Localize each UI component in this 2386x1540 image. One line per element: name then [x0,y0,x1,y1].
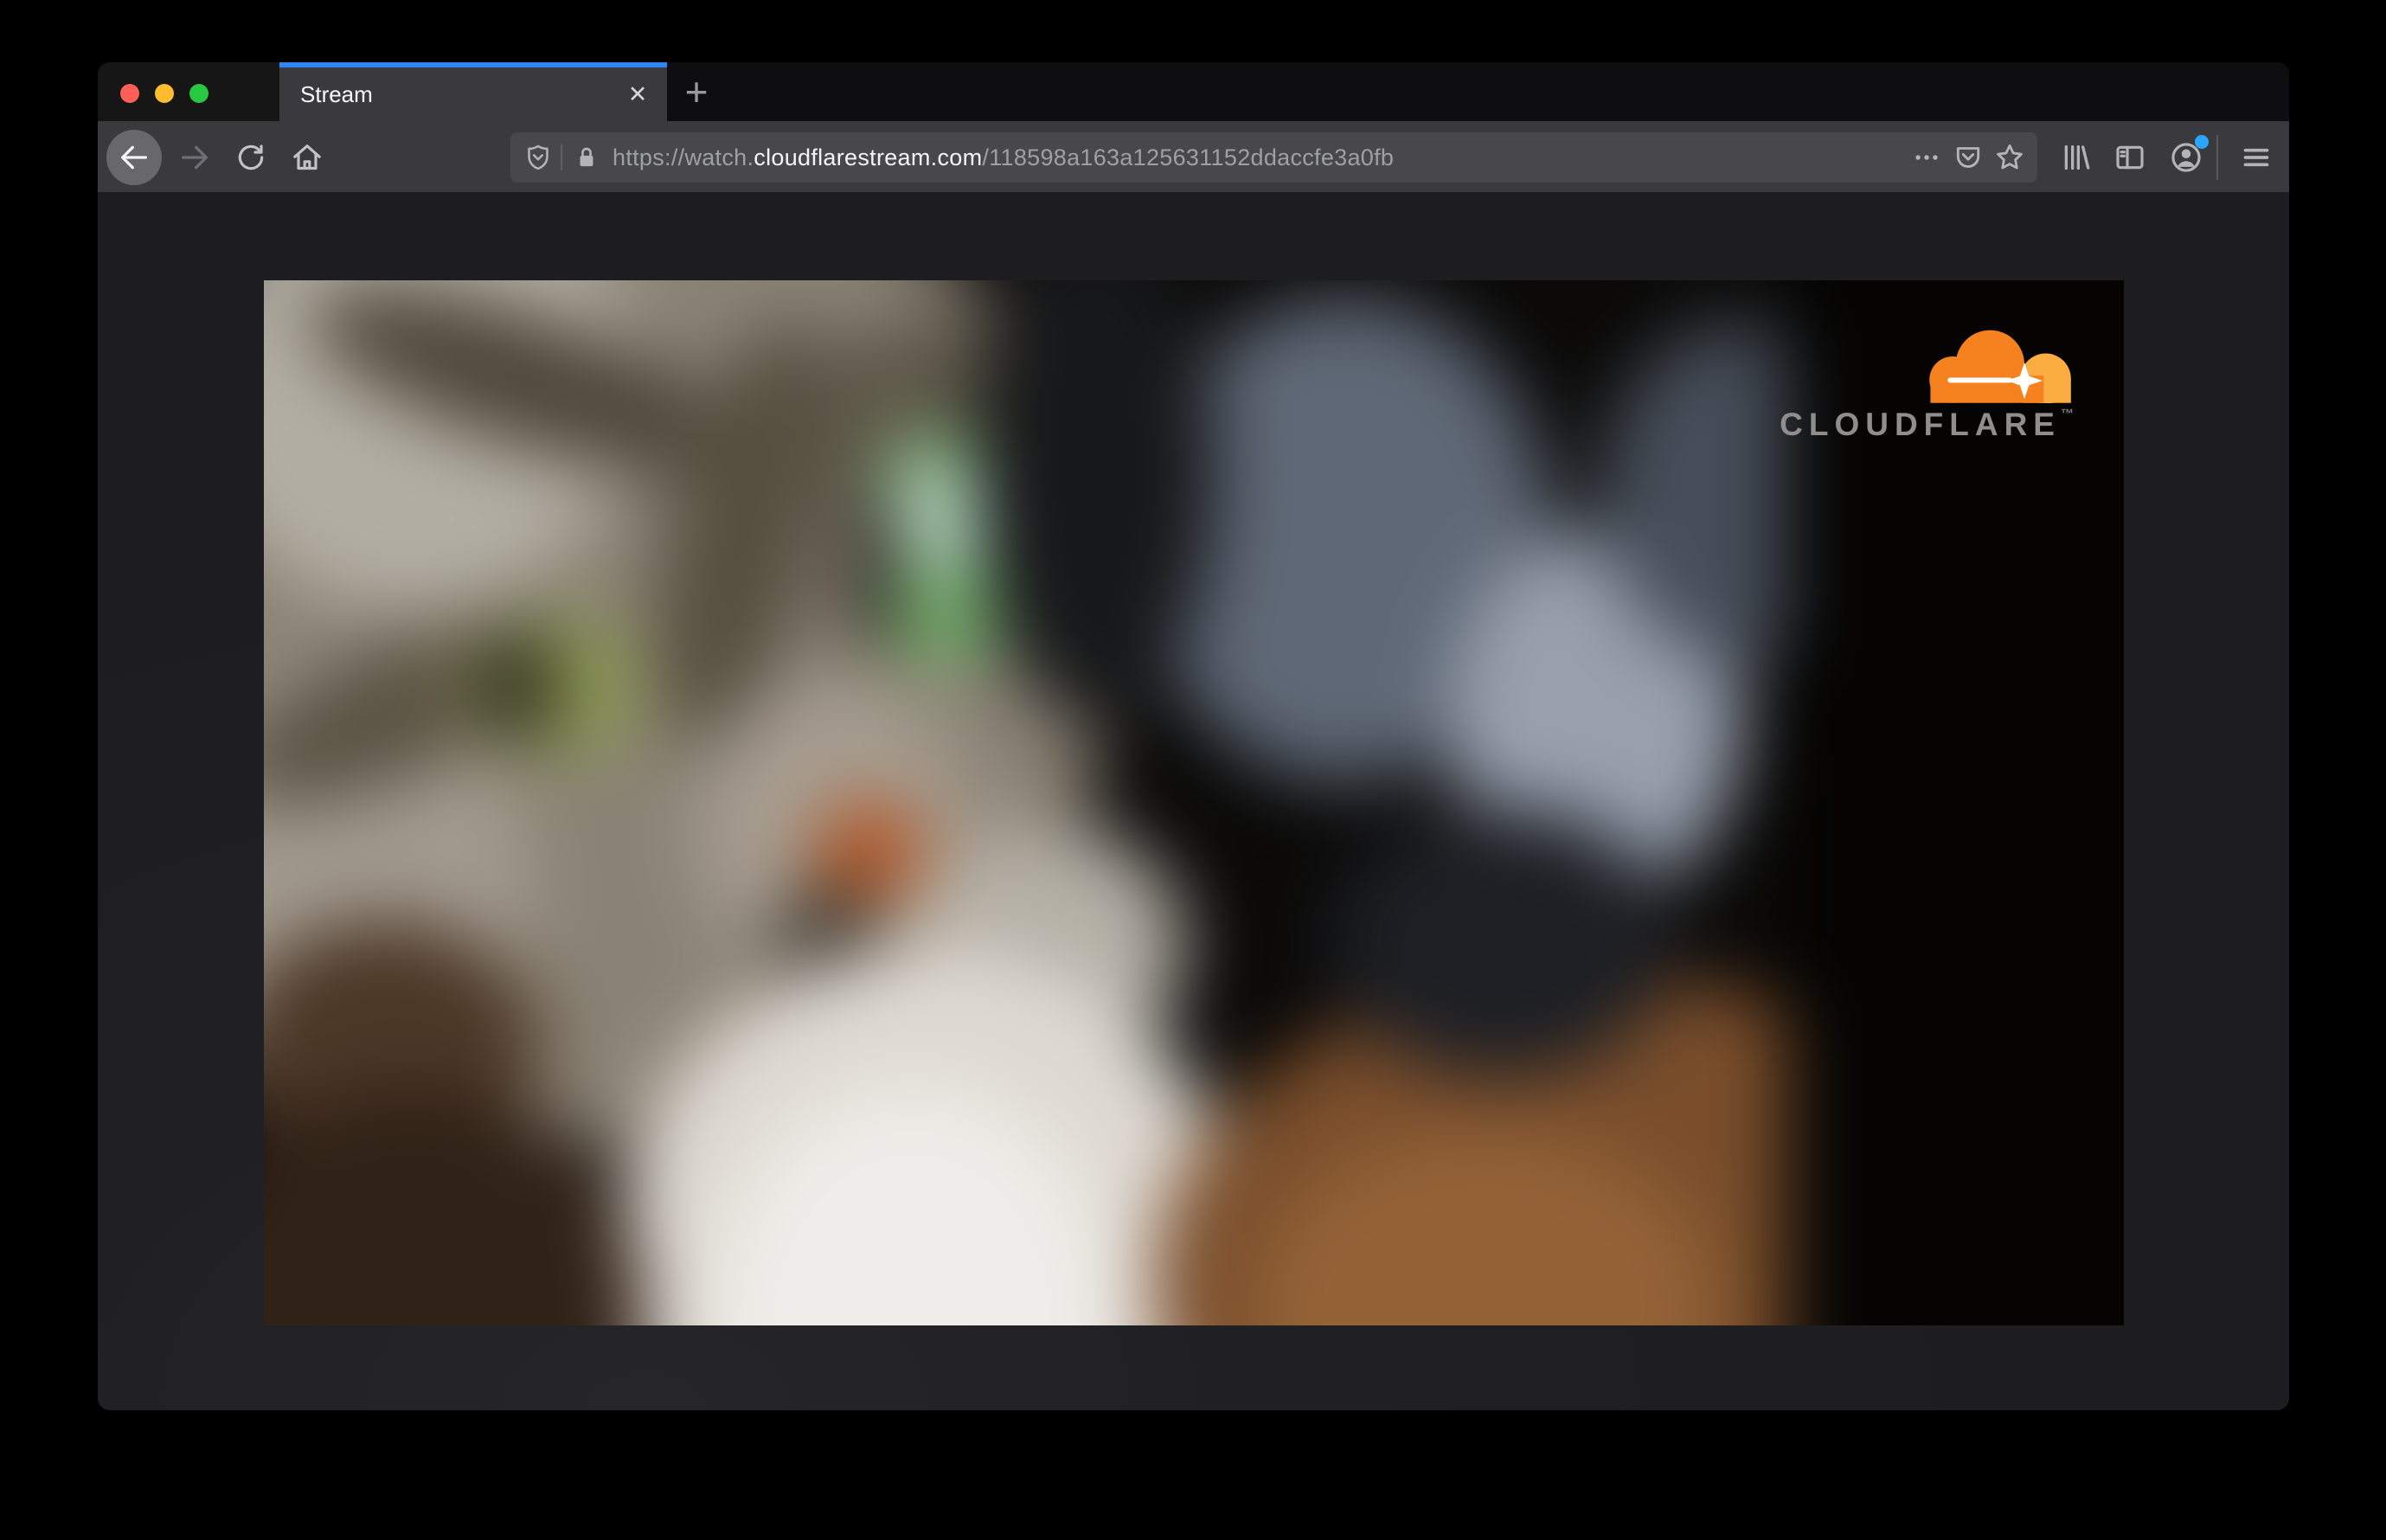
home-icon [290,140,324,175]
browser-window: Stream ✕ + https://watch.cloudflarestrea… [98,62,2289,1410]
cloudflare-name: CLOUDFLARE [1780,407,2061,442]
home-button[interactable] [288,138,326,176]
page-content: CLOUDFLARE™ [98,194,2289,1410]
sidebar-icon [2113,140,2147,175]
reload-icon [234,141,267,174]
toolbar-divider [2216,135,2218,180]
cloudflare-wordmark: CLOUDFLARE™ [1780,407,2074,443]
video-player[interactable]: CLOUDFLARE™ [264,280,2124,1325]
window-zoom-button[interactable] [189,84,208,103]
back-icon [117,140,151,175]
window-minimize-button[interactable] [155,84,174,103]
tab-close-icon[interactable]: ✕ [620,77,655,112]
window-close-button[interactable] [120,84,139,103]
forward-button[interactable] [176,138,214,176]
page-actions-button[interactable] [1906,137,1947,178]
tab-title: Stream [300,80,373,107]
forward-icon [177,140,212,175]
account-notification-dot [2195,135,2209,149]
menu-button[interactable] [2237,138,2275,176]
pocket-icon [1953,142,1984,173]
reload-button[interactable] [232,138,270,176]
lock-icon[interactable] [571,144,602,171]
menu-icon [2239,140,2274,175]
cloudflare-trademark: ™ [2061,407,2074,421]
url-scheme: https://watch. [613,144,754,170]
library-icon [2059,140,2094,175]
urlbar-divider [561,144,562,170]
new-tab-button[interactable]: + [672,69,721,114]
url-path: /118598a163a125631152ddaccfe3a0fb [982,144,1395,170]
back-button[interactable] [106,130,162,185]
url-host: cloudflarestream.com [754,144,983,170]
cloudflare-cloud-icon [1929,330,2071,403]
sidebar-button[interactable] [2111,138,2149,176]
page-actions-icon [1912,143,1941,172]
pocket-button[interactable] [1947,137,1989,178]
url-bar[interactable]: https://watch.cloudflarestream.com/11859… [510,132,2037,183]
tab-stream[interactable]: Stream ✕ [279,62,667,121]
titlebar-traffic-zone [98,62,279,121]
tab-bar: Stream ✕ + [98,62,2289,121]
tracking-protection-shield-icon[interactable] [523,143,554,172]
bookmark-star-icon [1993,141,2026,174]
bookmark-button[interactable] [1989,137,2030,178]
cloudflare-logo: CLOUDFLARE™ [1780,322,2074,443]
library-button[interactable] [2057,138,2095,176]
navigation-toolbar: https://watch.cloudflarestream.com/11859… [98,121,2289,194]
url-text: https://watch.cloudflarestream.com/11859… [613,144,1394,171]
